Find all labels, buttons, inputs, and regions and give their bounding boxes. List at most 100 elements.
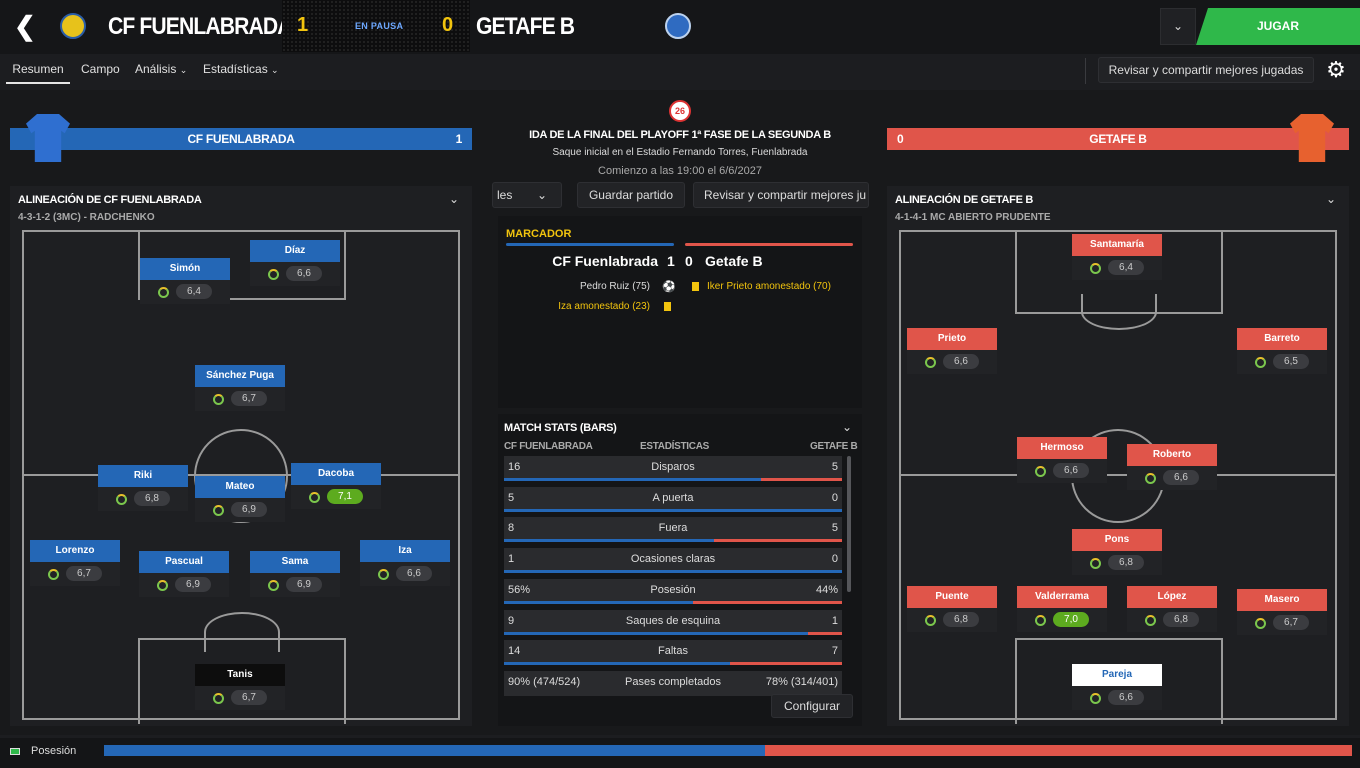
player-rating: 6,7 — [231, 690, 267, 705]
performance-icon — [1090, 558, 1101, 569]
footer-possession-label: Posesión — [31, 745, 77, 757]
tab-estadisticas-label: Estadísticas — [203, 62, 268, 76]
home-banner-score: 1 — [455, 132, 463, 146]
player-name: Sánchez Puga — [195, 365, 285, 387]
player-card[interactable]: Prieto 6,6 — [907, 328, 997, 381]
performance-icon — [925, 615, 936, 626]
play-button[interactable]: JUGAR — [1196, 8, 1360, 45]
stat-row: Fuera 8 5 — [504, 517, 842, 543]
player-card[interactable]: Lorenzo 6,7 — [30, 540, 120, 593]
player-rating: 6,9 — [286, 577, 322, 592]
tab-analisis[interactable]: Análisis ⌄ — [135, 62, 187, 76]
player-rating: 6,7 — [231, 391, 267, 406]
away-team-name: GETAFE B — [476, 13, 575, 40]
stat-bar-away — [808, 631, 842, 635]
player-rating-row: 6,7 — [30, 562, 120, 586]
player-rating: 6,6 — [943, 354, 979, 369]
performance-icon — [309, 492, 320, 503]
player-card[interactable]: Valderrama 7,0 — [1017, 586, 1107, 639]
player-name: Lorenzo — [30, 540, 120, 562]
player-card[interactable]: Barreto 6,5 — [1237, 328, 1327, 381]
venue-text: Saque inicial en el Estadio Fernando Tor… — [552, 147, 808, 158]
player-card[interactable]: Díaz 6,6 — [250, 240, 340, 293]
player-card[interactable]: Sama 6,9 — [250, 551, 340, 604]
competition-badge-icon: 26 — [669, 100, 691, 122]
tab-estadisticas[interactable]: Estadísticas ⌄ — [203, 62, 279, 76]
player-card[interactable]: Pons 6,8 — [1072, 529, 1162, 582]
chevron-down-icon[interactable]: ⌄ — [842, 420, 852, 434]
partial-dropdown[interactable]: les ⌄ — [492, 182, 562, 208]
player-card[interactable]: Riki 6,8 — [98, 465, 188, 518]
stats-col-away: GETAFE B — [810, 441, 858, 452]
player-name: Tanis — [195, 664, 285, 686]
player-card[interactable]: López 6,8 — [1127, 586, 1217, 639]
partial-dropdown-label: les — [497, 188, 513, 202]
player-card[interactable]: Roberto 6,6 — [1127, 444, 1217, 497]
stat-away-value: 78% (314/401) — [765, 675, 838, 688]
performance-icon — [1090, 263, 1101, 274]
player-rating-row: 6,9 — [250, 573, 340, 597]
player-rating-row: 6,6 — [1127, 466, 1217, 490]
player-name: Pons — [1072, 529, 1162, 551]
chevron-down-icon[interactable]: ⌄ — [449, 192, 459, 206]
review-highlights-button-partial[interactable]: Revisar y compartir mejores ju — [693, 182, 869, 208]
save-match-button[interactable]: Guardar partido — [577, 182, 685, 208]
stats-scrollbar[interactable] — [847, 456, 851, 592]
possession-bar-home — [104, 745, 766, 756]
tab-resumen[interactable]: Resumen — [6, 62, 70, 84]
performance-icon — [1255, 618, 1266, 629]
stat-bar-home — [504, 508, 842, 512]
stat-name: Ocasiones claras — [630, 553, 716, 566]
player-name: Puente — [907, 586, 997, 608]
yellow-card-icon — [664, 302, 671, 311]
player-rating-row: 6,7 — [195, 686, 285, 710]
stat-bar-home — [504, 570, 842, 574]
player-name: Valderrama — [1017, 586, 1107, 608]
stat-bar-home — [504, 478, 761, 481]
player-rating: 6,4 — [1108, 260, 1144, 275]
tab-analisis-label: Análisis — [135, 62, 177, 76]
tab-campo[interactable]: Campo — [81, 62, 120, 76]
player-card[interactable]: Tanis 6,7 — [195, 664, 285, 717]
away-banner: 0 GETAFE B — [887, 128, 1349, 150]
player-rating: 7,0 — [1053, 612, 1089, 627]
tab-bar: Resumen Campo Análisis ⌄ Estadísticas ⌄ … — [0, 54, 1360, 88]
configure-button[interactable]: Configurar — [771, 694, 853, 718]
player-card[interactable]: Pareja 6,6 — [1072, 664, 1162, 717]
gear-icon[interactable]: ⚙ — [1323, 57, 1349, 83]
player-card[interactable]: Dacoba 7,1 — [291, 463, 381, 516]
top-arc — [1081, 294, 1157, 330]
stat-row: Ocasiones claras 1 0 — [504, 548, 842, 574]
stat-bar-home — [504, 539, 714, 543]
stat-home-value: 1 — [508, 553, 515, 566]
competition-title: IDA DE LA FINAL DEL PLAYOFF 1ª FASE DE L… — [529, 129, 831, 141]
player-name: Masero — [1237, 589, 1327, 611]
player-card[interactable]: Mateo 6,9 — [195, 476, 285, 529]
player-card[interactable]: Hermoso 6,6 — [1017, 437, 1107, 490]
chevron-down-icon[interactable]: ⌄ — [1326, 192, 1336, 206]
player-rating: 6,6 — [396, 566, 432, 581]
stat-home-value: 5 — [508, 491, 515, 504]
player-rating: 6,9 — [231, 502, 267, 517]
player-card[interactable]: Pascual 6,9 — [139, 551, 229, 604]
stat-bar-away — [713, 539, 842, 543]
player-card[interactable]: Iza 6,6 — [360, 540, 450, 593]
player-card[interactable]: Sánchez Puga 6,7 — [195, 365, 285, 418]
player-card[interactable]: Puente 6,8 — [907, 586, 997, 639]
home-lineup-title: ALINEACIÓN DE CF FUENLABRADA — [18, 194, 202, 206]
stat-bar-away — [730, 662, 842, 666]
player-card[interactable]: Santamaría 6,4 — [1072, 234, 1162, 287]
player-card[interactable]: Masero 6,7 — [1237, 589, 1327, 642]
performance-icon — [268, 580, 279, 591]
stat-away-value: 0 — [831, 491, 838, 504]
player-rating: 6,6 — [1108, 690, 1144, 705]
away-crest-icon — [665, 13, 691, 39]
chevron-down-icon: ⌄ — [1172, 19, 1184, 33]
home-event-goal: Pedro Ruiz (75) — [579, 281, 650, 292]
options-dropdown-button[interactable]: ⌄ — [1160, 8, 1196, 45]
player-rating: 6,8 — [943, 612, 979, 627]
back-arrow-icon[interactable]: ❮ — [14, 12, 40, 40]
player-card[interactable]: Simón 6,4 — [140, 258, 230, 311]
player-name: Pascual — [139, 551, 229, 573]
review-highlights-button[interactable]: Revisar y compartir mejores jugadas — [1098, 57, 1314, 83]
